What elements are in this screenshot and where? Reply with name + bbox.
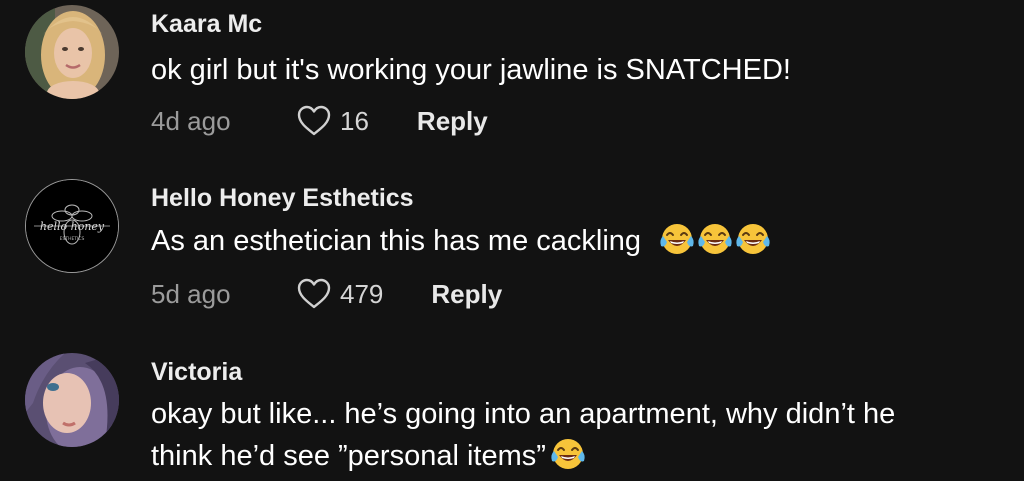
laughing-emoji-icon bbox=[550, 435, 586, 481]
comment-text: okay but like... he’s going into an apar… bbox=[151, 393, 1011, 481]
username[interactable]: Victoria bbox=[151, 358, 242, 387]
comment-item: Victoria okay but like... he’s going int… bbox=[0, 0, 1024, 481]
comment-text-line: okay but like... he’s going into an apar… bbox=[151, 398, 896, 430]
comments-panel: Kaara Mc ok girl but it's working your j… bbox=[0, 0, 1024, 481]
comment-text-line: think he’d see ”personal items” bbox=[151, 440, 546, 472]
avatar[interactable] bbox=[25, 353, 119, 447]
